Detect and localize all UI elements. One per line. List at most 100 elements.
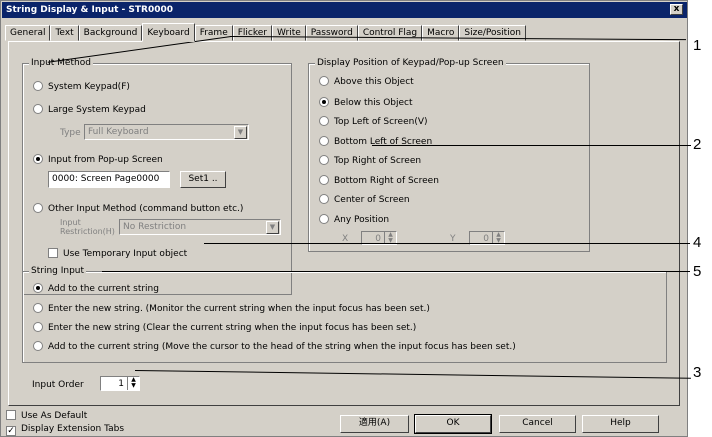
tab-write[interactable]: Write (272, 25, 306, 41)
position-option[interactable]: Top Right of Screen (319, 155, 421, 167)
checkbox-icon (48, 248, 58, 258)
callout-line-4 (204, 243, 690, 244)
ok-button[interactable]: OK (414, 414, 492, 434)
callout-line-2 (372, 145, 691, 146)
restriction-select[interactable]: No Restriction ▼ (119, 219, 281, 235)
radio-icon (319, 214, 329, 224)
tab-text[interactable]: Text (50, 25, 79, 41)
string-input-option[interactable]: Add to the current string (Move the curs… (33, 341, 516, 353)
position-option[interactable]: Above this Object (319, 76, 414, 88)
temp-input-label: Use Temporary Input object (63, 249, 188, 259)
tab-macro[interactable]: Macro (422, 25, 460, 41)
callout-number-3: 3 (693, 364, 702, 381)
string-input-title: String Input (29, 266, 87, 277)
popup-option[interactable]: Input from Pop-up Screen (33, 154, 163, 166)
type-value: Full Keyboard (88, 127, 149, 137)
radio-icon (33, 283, 43, 293)
large-keypad-option[interactable]: Large System Keypad (33, 104, 146, 116)
string-input-option-label: Enter the new string. (Monitor the curre… (48, 304, 430, 314)
other-method-label: Other Input Method (command button etc.) (48, 204, 244, 214)
use-as-default-checkbox[interactable]: Use As Default (6, 410, 87, 422)
restriction-label-line2: Restriction(H) (60, 227, 115, 236)
input-method-group: Input Method System Keypad(F) Large Syst… (22, 58, 292, 295)
position-option-label: Center of Screen (334, 195, 410, 205)
display-position-title: Display Position of Keypad/Pop-up Screen (315, 58, 506, 69)
radio-icon (319, 97, 329, 107)
position-option[interactable]: Bottom Right of Screen (319, 175, 439, 187)
restriction-label: Input Restriction(H) (60, 218, 115, 236)
apply-button[interactable]: 適用(A) (340, 415, 409, 433)
input-order-spinner[interactable]: 1 ▲ ▼ (100, 376, 140, 391)
radio-icon (33, 104, 43, 114)
radio-icon (319, 155, 329, 165)
restriction-value: No Restriction (123, 222, 187, 232)
position-option[interactable]: Below this Object (319, 97, 413, 109)
system-keypad-option[interactable]: System Keypad(F) (33, 81, 130, 93)
cancel-button[interactable]: Cancel (499, 415, 576, 433)
callout-line-5 (102, 271, 690, 272)
string-input-option-label: Enter the new string (Clear the current … (48, 323, 417, 333)
set-button[interactable]: Set1 .. (180, 171, 226, 188)
checkbox-icon (6, 410, 16, 420)
window-title: String Display & Input - STR0000 (6, 5, 174, 15)
radio-icon (33, 303, 43, 313)
radio-icon (33, 322, 43, 332)
position-option-label: Top Right of Screen (334, 156, 422, 166)
callout-number-4: 4 (693, 234, 702, 251)
chevron-down-icon: ▼ (266, 221, 279, 234)
radio-icon (33, 154, 43, 164)
tab-panel: Input Method System Keypad(F) Large Syst… (8, 41, 680, 406)
tab-background[interactable]: Background (78, 25, 143, 41)
temp-input-checkbox[interactable]: Use Temporary Input object (48, 248, 187, 260)
restriction-label-line1: Input (60, 218, 81, 227)
string-input-option-label: Add to the current string (Move the curs… (48, 342, 516, 352)
other-method-option[interactable]: Other Input Method (command button etc.) (33, 203, 243, 215)
tab-flicker[interactable]: Flicker (232, 25, 272, 41)
display-position-group: Display Position of Keypad/Pop-up Screen… (308, 58, 590, 252)
close-button[interactable]: x (670, 4, 683, 15)
spinner-arrows-icon: ▲ ▼ (127, 377, 139, 390)
tab-password[interactable]: Password (305, 25, 358, 41)
radio-icon (33, 81, 43, 91)
string-input-option[interactable]: Enter the new string (Clear the current … (33, 322, 416, 334)
large-keypad-label: Large System Keypad (48, 105, 146, 115)
title-bar: String Display & Input - STR0000 x (2, 2, 687, 18)
position-option-label: Above this Object (334, 77, 414, 87)
radio-icon (319, 175, 329, 185)
position-option[interactable]: Center of Screen (319, 194, 410, 206)
radio-icon (33, 341, 43, 351)
position-option[interactable]: Bottom Left of Screen (319, 136, 432, 148)
position-option-label: Any Position (334, 215, 390, 225)
help-button[interactable]: Help (582, 415, 659, 433)
position-option-label: Bottom Right of Screen (334, 176, 439, 186)
radio-icon (319, 194, 329, 204)
popup-label: Input from Pop-up Screen (48, 155, 163, 165)
tab-control-flag[interactable]: Control Flag (357, 25, 423, 41)
type-label: Type (60, 128, 81, 138)
tab-keyboard[interactable]: Keyboard (142, 23, 195, 42)
radio-icon (33, 203, 43, 213)
callout-number-2: 2 (693, 136, 702, 153)
callout-number-1: 1 (693, 37, 702, 54)
radio-icon (319, 116, 329, 126)
position-option[interactable]: Any Position (319, 214, 389, 226)
position-option-label: Below this Object (334, 98, 413, 108)
string-input-option[interactable]: Enter the new string. (Monitor the curre… (33, 303, 430, 315)
string-input-option-label: Add to the current string (48, 284, 159, 294)
position-option-label: Top Left of Screen(V) (334, 117, 428, 127)
chevron-down-icon: ▼ (234, 126, 247, 139)
input-order-label: Input Order (32, 380, 84, 390)
type-select[interactable]: Full Keyboard ▼ (84, 124, 249, 140)
position-option[interactable]: Top Left of Screen(V) (319, 116, 428, 128)
radio-icon (319, 76, 329, 86)
tab-general[interactable]: General (5, 25, 51, 41)
string-input-group: String Input Add to the current string E… (22, 266, 667, 363)
use-as-default-label: Use As Default (21, 411, 88, 421)
input-order-value: 1 (118, 379, 124, 389)
dialog-window: String Display & Input - STR0000 x Gener… (0, 0, 688, 437)
display-ext-tabs-label: Display Extension Tabs (21, 424, 125, 434)
system-keypad-label: System Keypad(F) (48, 82, 130, 92)
string-input-option[interactable]: Add to the current string (33, 283, 159, 295)
display-ext-tabs-checkbox[interactable]: ✓ Display Extension Tabs (6, 423, 124, 436)
popup-screen-field[interactable]: 0000: Screen Page0000 (48, 171, 170, 188)
